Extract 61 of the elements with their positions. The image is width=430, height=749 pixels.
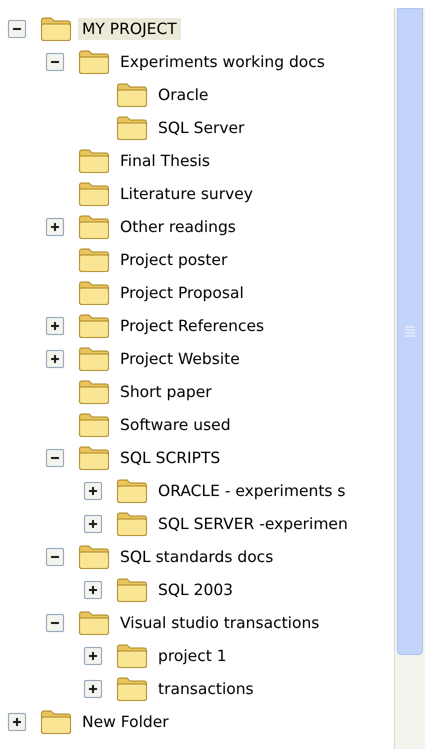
folder-icon <box>116 478 148 504</box>
expand-icon[interactable] <box>46 316 64 334</box>
tree-item[interactable]: SQL SERVER -experimen <box>154 512 352 534</box>
folder-icon <box>78 346 110 372</box>
collapse-icon[interactable] <box>46 614 64 632</box>
tree-item[interactable]: SQL standards docs <box>116 546 278 568</box>
collapse-icon[interactable] <box>8 20 26 38</box>
scrollbar[interactable] <box>394 8 425 749</box>
tree-item[interactable]: SQL SCRIPTS <box>116 446 224 468</box>
expand-icon[interactable] <box>84 514 102 532</box>
folder-icon <box>78 444 110 470</box>
tree-item[interactable]: Project Proposal <box>116 282 248 304</box>
folder-icon <box>116 510 148 536</box>
folder-icon <box>78 180 110 206</box>
tree-item[interactable]: Project poster <box>116 248 232 270</box>
expand-icon[interactable] <box>46 218 64 236</box>
collapse-icon[interactable] <box>46 52 64 70</box>
tree-item[interactable]: Oracle <box>154 84 212 106</box>
tree-item[interactable]: Literature survey <box>116 182 257 204</box>
tree-item[interactable]: ORACLE - experiments s <box>154 480 350 502</box>
tree-item[interactable]: SQL Server <box>154 116 248 138</box>
tree-item[interactable]: project 1 <box>154 644 231 666</box>
collapse-icon[interactable] <box>46 448 64 466</box>
folder-icon <box>40 708 72 734</box>
expand-icon[interactable] <box>84 482 102 500</box>
expand-icon[interactable] <box>84 646 102 664</box>
tree-item[interactable]: Short paper <box>116 380 216 402</box>
tree-item[interactable]: Other readings <box>116 216 240 238</box>
folder-icon <box>116 576 148 602</box>
grip-icon <box>405 326 415 338</box>
folder-icon <box>78 312 110 338</box>
folder-icon <box>40 16 72 42</box>
tree-item[interactable]: Project Website <box>116 348 244 370</box>
folder-icon <box>78 280 110 306</box>
tree-item[interactable]: Visual studio transactions <box>116 612 324 634</box>
folder-icon <box>116 642 148 668</box>
folder-icon <box>116 114 148 140</box>
expand-icon[interactable] <box>84 580 102 598</box>
expand-icon[interactable] <box>8 712 26 730</box>
folder-icon <box>78 148 110 174</box>
scrollbar-thumb[interactable] <box>397 8 423 655</box>
folder-icon <box>78 48 110 74</box>
folder-icon <box>78 412 110 438</box>
tree-item[interactable]: Software used <box>116 414 235 436</box>
folder-icon <box>116 676 148 702</box>
tree-item[interactable]: transactions <box>154 678 258 700</box>
folder-icon <box>78 214 110 240</box>
expand-icon[interactable] <box>84 680 102 698</box>
expand-icon[interactable] <box>46 350 64 368</box>
tree-item[interactable]: SQL 2003 <box>154 578 238 600</box>
tree-item[interactable]: Project References <box>116 314 268 336</box>
tree-item[interactable]: MY PROJECT <box>78 18 181 40</box>
collapse-icon[interactable] <box>46 548 64 566</box>
tree-item[interactable]: New Folder <box>78 710 173 732</box>
folder-icon <box>116 82 148 108</box>
folder-icon <box>78 246 110 272</box>
folder-icon <box>78 544 110 570</box>
folder-icon <box>78 378 110 404</box>
tree-item[interactable]: Final Thesis <box>116 150 214 172</box>
folder-icon <box>78 610 110 636</box>
tree-item[interactable]: Experiments working docs <box>116 50 329 72</box>
